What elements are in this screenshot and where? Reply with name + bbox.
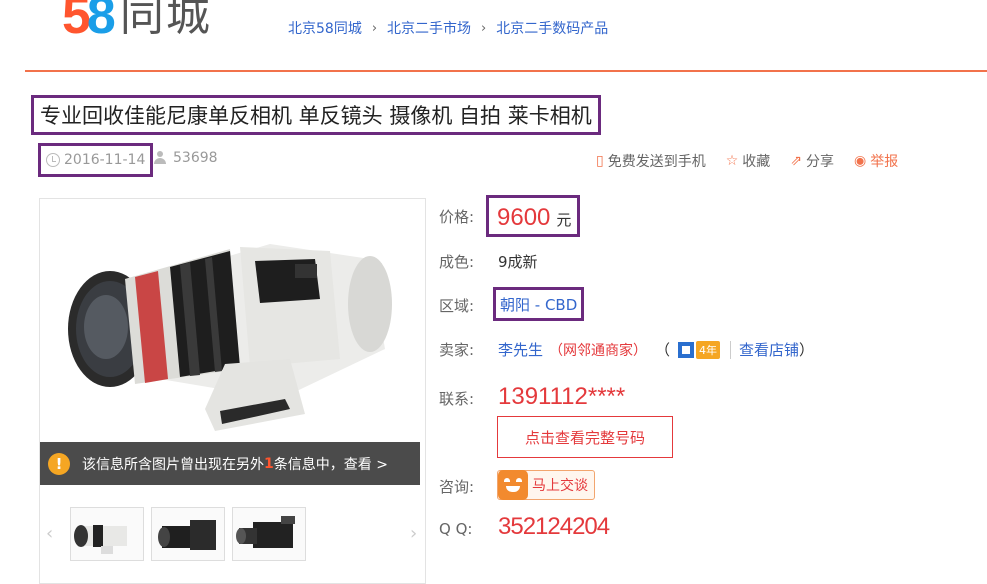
price-label: 价格: [439,208,475,226]
page: 5 8 同城 北京58同城 › 北京二手市场 › 北京二手数码产品 专业回收佳能尼康… [0,0,987,584]
user-icon [153,151,167,165]
price-unit: 元 [556,211,572,229]
send-to-phone-button[interactable]: ▯ 免费发送到手机 [596,151,706,171]
view-count: 53698 [153,150,218,166]
seller-info: 李先生 （网邻通商家） （ 4年 查看店铺 ） [498,339,814,360]
clock-icon [46,153,60,167]
image-gallery: ! 该信息所含图片曾出现在另外 1 条信息中，查看 > ‹ › [39,198,426,584]
seller-paren-close: ） [799,341,815,359]
site-logo[interactable]: 5 8 同城 [62,0,212,42]
warning-icon: ! [48,452,70,475]
chat-face-icon [498,470,528,500]
seller-tag: （网邻通商家） [549,342,648,359]
notice-count: 1 [264,455,274,472]
listing-title: 专业回收佳能尼康单反相机 单反镜头 摄像机 自拍 莱卡相机 [40,104,592,128]
seller-name-link[interactable]: 李先生 [498,339,543,360]
report-button[interactable]: ◉ 举报 [854,151,898,171]
listing-actions: ▯ 免费发送到手机 ☆ 收藏 ⇗ 分享 ◉ 举报 [596,151,898,171]
date-highlight-box: 2016-11-14 [38,143,154,177]
title-highlight-box: 专业回收佳能尼康单反相机 单反镜头 摄像机 自拍 莱卡相机 [31,95,601,135]
price-highlight-box: 9600 元 [486,195,581,237]
breadcrumb-separator: › [481,20,487,36]
contact-label: 联系: [439,390,475,408]
breadcrumb-separator: › [371,20,378,36]
favorite-label: 收藏 [742,154,771,170]
phone-icon: ▯ [596,153,604,169]
share-icon: ⇗ [790,153,803,169]
chat-now-label: 马上交谈 [532,478,588,494]
member-years: 4年 [696,340,721,359]
chat-now-button[interactable]: 马上交谈 [497,470,595,500]
condition-label: 成色: [439,253,475,271]
breadcrumb-item-market[interactable]: 北京二手市场 [387,18,471,38]
thumbnail-2[interactable] [151,507,225,561]
member-badge-icon [678,341,695,358]
view-full-number-button[interactable]: 点击查看完整号码 [497,416,673,458]
member-years-badge: 4年 [678,340,721,359]
condition-value: 9成新 [498,253,538,271]
favorite-button[interactable]: ☆ 收藏 [726,151,771,171]
view-shop-link[interactable]: 查看店铺 [739,339,799,360]
breadcrumb-item-category[interactable]: 北京二手数码产品 [496,18,608,38]
notice-prefix: 该信息所含图片曾出现在另外 [82,456,264,473]
chevron-right-icon[interactable]: › [410,523,417,544]
price-value: 9600 [497,204,551,231]
logo-digit-8: 8 [86,0,116,45]
qq-label: Q Q: [439,520,473,538]
consult-label: 咨询: [439,478,475,496]
area-label: 区域: [439,297,475,315]
share-label: 分享 [806,154,835,170]
logo-text: 同城 [119,0,212,41]
view-count-value: 53698 [173,150,218,166]
seller-label: 卖家: [439,341,475,359]
main-product-photo[interactable] [40,199,425,442]
area-highlight-box: 朝阳 - CBD [493,287,585,321]
seller-divider [730,340,732,359]
post-date: 2016-11-14 [64,152,146,168]
header-divider [25,70,987,72]
notice-suffix: 条信息中，查看 > [273,456,388,473]
phone-number: 1391112**** [498,383,626,410]
seller-paren-open: （ [655,341,671,359]
breadcrumb-item-city[interactable]: 北京58同城 [288,18,362,38]
report-label: 举报 [870,154,899,170]
share-button[interactable]: ⇗ 分享 [790,151,834,171]
area-link[interactable]: 朝阳 - CBD [500,294,577,315]
qq-number: 352124204 [498,513,610,540]
star-icon: ☆ [725,153,739,169]
breadcrumb: 北京58同城 › 北京二手市场 › 北京二手数码产品 [288,18,608,38]
logo-digit-5: 5 [62,0,91,45]
report-icon: ◉ [854,153,867,169]
thumbnail-strip: ‹ › [40,499,425,569]
chevron-left-icon[interactable]: ‹ [46,523,53,544]
thumbnail-1[interactable] [70,507,144,561]
send-to-phone-label: 免费发送到手机 [607,154,706,170]
thumbnail-3[interactable] [232,507,306,561]
image-reuse-notice[interactable]: ! 该信息所含图片曾出现在另外 1 条信息中，查看 > [40,442,420,485]
